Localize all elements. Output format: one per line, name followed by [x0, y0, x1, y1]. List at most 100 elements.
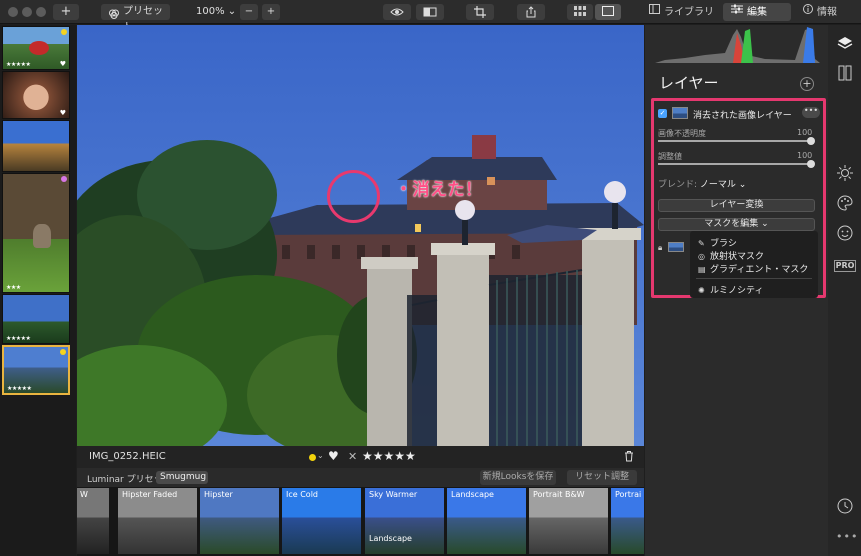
- menu-item-luminosity[interactable]: ✺ ルミノシティ: [698, 283, 763, 296]
- blend-mode-value: ノーマル ⌄: [699, 180, 747, 190]
- look-thumb[interactable]: W: [77, 488, 109, 554]
- filmstrip-thumb[interactable]: ★★★★★: [2, 294, 70, 344]
- look-thumb[interactable]: Portrait B&W: [529, 488, 608, 554]
- pro-tools-button[interactable]: PRO: [834, 260, 856, 272]
- look-name: Sky Warmer: [369, 490, 418, 499]
- menu-item-gradient-mask[interactable]: ▤ グラディエント・マスク: [698, 262, 808, 275]
- thumb-rating: ★★★: [6, 284, 21, 291]
- annotation-text: ・消えた！: [395, 180, 483, 200]
- image-info-bar: IMG_0252.HEIC ⌄ ♥ ✕ ★★★★★: [77, 446, 644, 468]
- color-label-dot[interactable]: [309, 454, 316, 461]
- chevron-down-icon[interactable]: ⌄: [317, 451, 324, 460]
- look-thumb[interactable]: Ice Cold: [282, 488, 361, 554]
- layer-transform-button[interactable]: レイヤー変換: [658, 199, 815, 212]
- main-image[interactable]: ・消えた！: [77, 25, 644, 446]
- library-icon: [649, 3, 660, 21]
- menu-item-brush[interactable]: ✎ ブラシ: [698, 236, 737, 249]
- look-thumb[interactable]: Hipster: [200, 488, 279, 554]
- menu-item-label: ブラシ: [710, 239, 737, 249]
- look-thumb[interactable]: Landscape Sky Warmer: [365, 488, 444, 554]
- layer-name: 消去された画像レイヤー: [693, 111, 792, 121]
- look-name: Portrai: [615, 490, 642, 499]
- edit-mask-button[interactable]: マスクを編集 ⌄: [658, 218, 815, 231]
- adjust-amount-label: 調整値: [658, 152, 682, 161]
- more-options-icon[interactable]: •••: [836, 530, 858, 543]
- save-look-button[interactable]: 新規Looksを保存: [480, 470, 556, 485]
- filmstrip-thumb[interactable]: [2, 120, 70, 172]
- presets-button[interactable]: プリセット: [101, 4, 170, 33]
- look-name: W: [80, 490, 88, 499]
- tab-edit-label: 編集: [747, 7, 767, 18]
- menu-item-radial-mask[interactable]: ◎ 放射状マスク: [698, 249, 764, 262]
- add-layer-button[interactable]: +: [800, 77, 814, 91]
- brush-icon: ✎: [698, 239, 705, 248]
- annotation-circle: [327, 170, 380, 223]
- gradient-mask-icon: ▤: [698, 265, 706, 274]
- history-clock-icon[interactable]: [836, 498, 854, 516]
- window-zoom-button[interactable]: [36, 7, 46, 17]
- star-rating[interactable]: ★★★★★: [362, 449, 416, 463]
- zoom-select[interactable]: 100% ⌄: [196, 4, 236, 20]
- layers-icon[interactable]: [836, 35, 854, 53]
- histogram: [655, 25, 820, 63]
- grid-icon: [567, 6, 593, 16]
- blend-mode-select[interactable]: ブレンド: ノーマル ⌄: [658, 177, 746, 190]
- look-thumb[interactable]: Portrai: [611, 488, 644, 554]
- single-image-icon: [595, 6, 621, 16]
- looks-collection-select[interactable]: Smugmug ⌄: [156, 471, 208, 494]
- photo-canvas: [77, 25, 644, 446]
- window-minimize-button[interactable]: [22, 7, 32, 17]
- thumb-rating: ★★★★★: [6, 61, 31, 68]
- tab-edit[interactable]: 編集: [723, 3, 791, 21]
- look-name: Landscape: [451, 490, 494, 499]
- filmstrip-thumb[interactable]: ★★★★★ ♥: [2, 26, 70, 70]
- layer-visibility-checkbox[interactable]: ✓: [658, 109, 667, 118]
- adjust-amount-value: 100: [797, 151, 813, 160]
- favorite-heart-icon[interactable]: ♥: [328, 449, 339, 463]
- look-thumb[interactable]: Landscape: [447, 488, 526, 554]
- add-images-button[interactable]: +: [53, 4, 79, 20]
- thumb-rating: ★★★★★: [7, 385, 32, 392]
- gallery-view-button[interactable]: [567, 4, 593, 20]
- module-tabs: ライブラリ 編集 情報: [645, 3, 855, 21]
- tab-info[interactable]: 情報: [803, 3, 855, 21]
- essentials-sun-icon[interactable]: [836, 165, 854, 183]
- zoom-out-button[interactable]: −: [240, 4, 258, 20]
- single-view-button[interactable]: [595, 4, 621, 20]
- tab-library[interactable]: ライブラリ: [649, 3, 715, 21]
- color-label-dot: [61, 29, 67, 35]
- base-layer-thumbnail: [668, 242, 684, 252]
- layers-panel: レイヤー + ✓ 消去された画像レイヤー ••• 画像不透明度 100 調整値 …: [645, 25, 828, 556]
- canvas-icon[interactable]: [836, 65, 854, 83]
- zoom-in-button[interactable]: +: [262, 4, 280, 20]
- window-close-button[interactable]: [8, 7, 18, 17]
- filmstrip-thumb-selected[interactable]: ★★★★★: [2, 345, 70, 395]
- layer-more-button[interactable]: •••: [802, 107, 820, 118]
- opacity-slider[interactable]: [658, 140, 811, 142]
- compare-button[interactable]: [416, 4, 444, 20]
- adjust-amount-slider[interactable]: [658, 163, 811, 165]
- look-name: Portrait B&W: [533, 490, 585, 499]
- adjust-amount-slider-handle[interactable]: [807, 160, 815, 168]
- layer-highlight-box: ✓ 消去された画像レイヤー ••• 画像不透明度 100 調整値 100 ブレン…: [651, 98, 826, 298]
- opacity-slider-handle[interactable]: [807, 137, 815, 145]
- filmstrip-thumb[interactable]: ★★★: [2, 173, 70, 293]
- filmstrip-thumb[interactable]: ♥: [2, 71, 70, 119]
- tab-library-label: ライブラリ: [664, 7, 714, 18]
- trash-icon[interactable]: [624, 450, 634, 465]
- file-name: IMG_0252.HEIC: [89, 451, 166, 462]
- mask-menu: ✎ ブラシ ◎ 放射状マスク ▤ グラディエント・マスク ✺ ルミノシティ: [690, 231, 818, 298]
- portrait-face-icon[interactable]: [836, 225, 854, 243]
- layer-row[interactable]: ✓ 消去された画像レイヤー •••: [658, 106, 820, 122]
- reset-adjustments-button[interactable]: リセット調整: [567, 470, 637, 485]
- share-button[interactable]: [517, 4, 545, 20]
- reject-icon[interactable]: ✕: [348, 450, 357, 463]
- creative-palette-icon[interactable]: [836, 195, 854, 213]
- tool-sidebar: PRO •••: [828, 25, 861, 556]
- look-thumb[interactable]: Hipster Faded: [118, 488, 197, 554]
- presets-icon: [108, 6, 120, 20]
- looks-strip: W Hipster Faded Hipster Ice Cold Landsca…: [77, 487, 644, 556]
- info-icon: [803, 3, 813, 21]
- preview-toggle-button[interactable]: [383, 4, 411, 20]
- crop-button[interactable]: [466, 4, 494, 20]
